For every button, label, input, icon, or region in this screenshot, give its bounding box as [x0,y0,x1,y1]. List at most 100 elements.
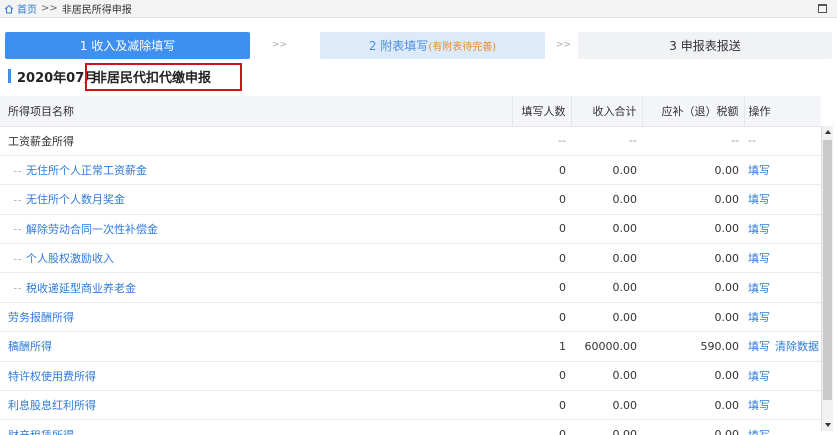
row-item-name-cell: 财产租赁所得 [0,419,512,435]
row-tax: 0.00 [642,214,744,245]
row-tax: 0.00 [642,302,744,333]
row-item-name[interactable]: 无住所个人正常工资薪金 [26,164,147,177]
fill-link[interactable]: 填写 [748,193,770,206]
row-tax: 0.00 [642,155,744,186]
row-income: 0.00 [571,302,642,333]
fill-link[interactable]: 填写 [748,370,770,383]
table-row: 财产租赁所得00.000.00填写 [0,419,821,435]
row-item-name-cell: 解除劳动合同一次性补偿金 [0,214,512,245]
row-income: 0.00 [571,184,642,215]
row-item-name[interactable]: 个人股权激励收入 [26,252,114,265]
breadcrumb-separator: >> [41,3,58,14]
table-row: 解除劳动合同一次性补偿金 0 0.00 0.00 填写 [0,214,821,245]
step-2-hint: (有附表待完善) [428,42,497,53]
row-income: 0.00 [571,272,642,303]
fill-link[interactable]: 填写 [748,164,770,177]
home-icon[interactable] [4,4,14,14]
title-accent-bar [8,69,11,83]
row-count: 0 [512,419,571,435]
row-income: 0.00 [571,361,642,392]
fill-link[interactable]: 填写 [748,282,770,295]
step-1-tab[interactable]: 1 收入及减除填写 [5,32,250,59]
header-income: 收入合计 [571,96,643,127]
tree-connector [14,199,21,201]
table-header-row: 所得项目名称 填写人数 收入合计 应补（退）税额 操作 [0,96,821,127]
row-income: 0.00 [571,214,642,245]
header-tax: 应补（退）税额 [642,96,745,127]
table-row: 劳务报酬所得 0 0.00 0.00 填写 [0,302,821,333]
row-item-name[interactable]: 劳务报酬所得 [8,311,74,324]
step-arrow: >> [272,40,288,50]
row-item-name[interactable]: 特许权使用费所得 [8,370,96,383]
row-item-name-cell: 无住所个人数月奖金 [0,184,512,215]
row-count: 0 [512,243,571,274]
row-item-name-cell: 个人股权激励收入 [0,243,512,274]
row-item-name[interactable]: 利息股息红利所得 [8,399,96,412]
row-tax: 590.00 [642,331,744,362]
tree-connector [14,170,21,172]
row-item-name[interactable]: 稿酬所得 [8,340,52,353]
row-item-name-cell: 工资薪金所得 [0,126,512,156]
row-count: 0 [512,361,571,392]
table-scrollbar[interactable] [821,126,833,431]
table-row: 稿酬所得 1 60000.00 590.00 填写 清除数据 [0,331,821,362]
row-tax: 0.00 [642,361,744,392]
fill-link[interactable]: 填写 [748,340,770,353]
row-operations: 填写 [744,243,821,274]
row-operations: 填写 [744,155,821,186]
row-income: 0.00 [571,155,642,186]
row-count: 0 [512,214,571,245]
fill-link[interactable]: 填写 [748,399,770,412]
step-2-tab[interactable]: 2 附表填写 (有附表待完善) [320,32,545,59]
income-table: 所得项目名称 填写人数 收入合计 应补（退）税额 操作 工资薪金所得 -- -- --… [0,96,837,435]
row-count: 0 [512,390,571,421]
tree-connector [14,288,21,290]
row-item-name: 工资薪金所得 [8,134,74,148]
row-tax: 0.00 [642,390,744,421]
scroll-down-arrow-icon[interactable] [822,419,834,431]
tree-connector [14,229,21,231]
row-item-name[interactable]: 解除劳动合同一次性补偿金 [26,223,158,236]
table-row: 无住所个人数月奖金 0 0.00 0.00 填写 [0,184,821,215]
row-operations: 填写 [744,361,821,392]
row-item-name-cell: 无住所个人正常工资薪金 [0,155,512,186]
title-name: 非居民代扣代缴申报 [94,71,212,86]
tree-connector [14,258,21,260]
row-item-name[interactable]: 无住所个人数月奖金 [26,193,125,206]
table-row: 税收递延型商业养老金 0 0.00 0.00 填写 [0,272,821,303]
row-operations: 填写 [744,272,821,303]
row-operations: -- [744,126,821,156]
fill-link[interactable]: 填写 [748,223,770,236]
row-operations: 填写 [744,184,821,215]
clear-data-link[interactable]: 清除数据 [775,340,819,353]
row-item-name[interactable]: 税收递延型商业养老金 [26,282,136,295]
scroll-thumb[interactable] [823,140,832,400]
row-item-name-cell: 稿酬所得 [0,331,512,362]
header-count: 填写人数 [512,96,572,127]
step-2-label: 2 附表填写 [368,39,429,53]
scroll-up-arrow-icon[interactable] [822,126,834,138]
row-count: -- [512,126,571,156]
row-tax: 0.00 [642,184,744,215]
step-3-label: 3 申报表报送 [669,39,741,53]
step-1-label: 1 收入及减除填写 [79,39,176,53]
row-op-placeholder: -- [748,134,756,148]
fill-link[interactable]: 填写 [748,429,770,435]
breadcrumb-home-link[interactable]: 首页 [17,1,37,16]
row-income: 0.00 [571,243,642,274]
row-tax: 0.00 [642,419,744,435]
row-item-name-cell: 劳务报酬所得 [0,302,512,333]
fill-link[interactable]: 填写 [748,311,770,324]
table-row: 个人股权激励收入 0 0.00 0.00 填写 [0,243,821,274]
table-row: 特许权使用费所得 0 0.00 0.00 填写 [0,361,821,392]
row-income: -- [571,126,642,156]
header-item-name: 所得项目名称 [0,96,513,127]
row-count: 0 [512,272,571,303]
row-income: 60000.00 [571,331,642,362]
row-income: 0.00 [571,390,642,421]
step-progress: 1 收入及减除填写 >> 2 附表填写 (有附表待完善) >> 3 申报表报送 [5,32,832,59]
row-item-name[interactable]: 财产租赁所得 [8,429,74,435]
window-restore-icon[interactable] [818,4,827,13]
fill-link[interactable]: 填写 [748,252,770,265]
step-3-tab[interactable]: 3 申报表报送 [578,32,832,59]
